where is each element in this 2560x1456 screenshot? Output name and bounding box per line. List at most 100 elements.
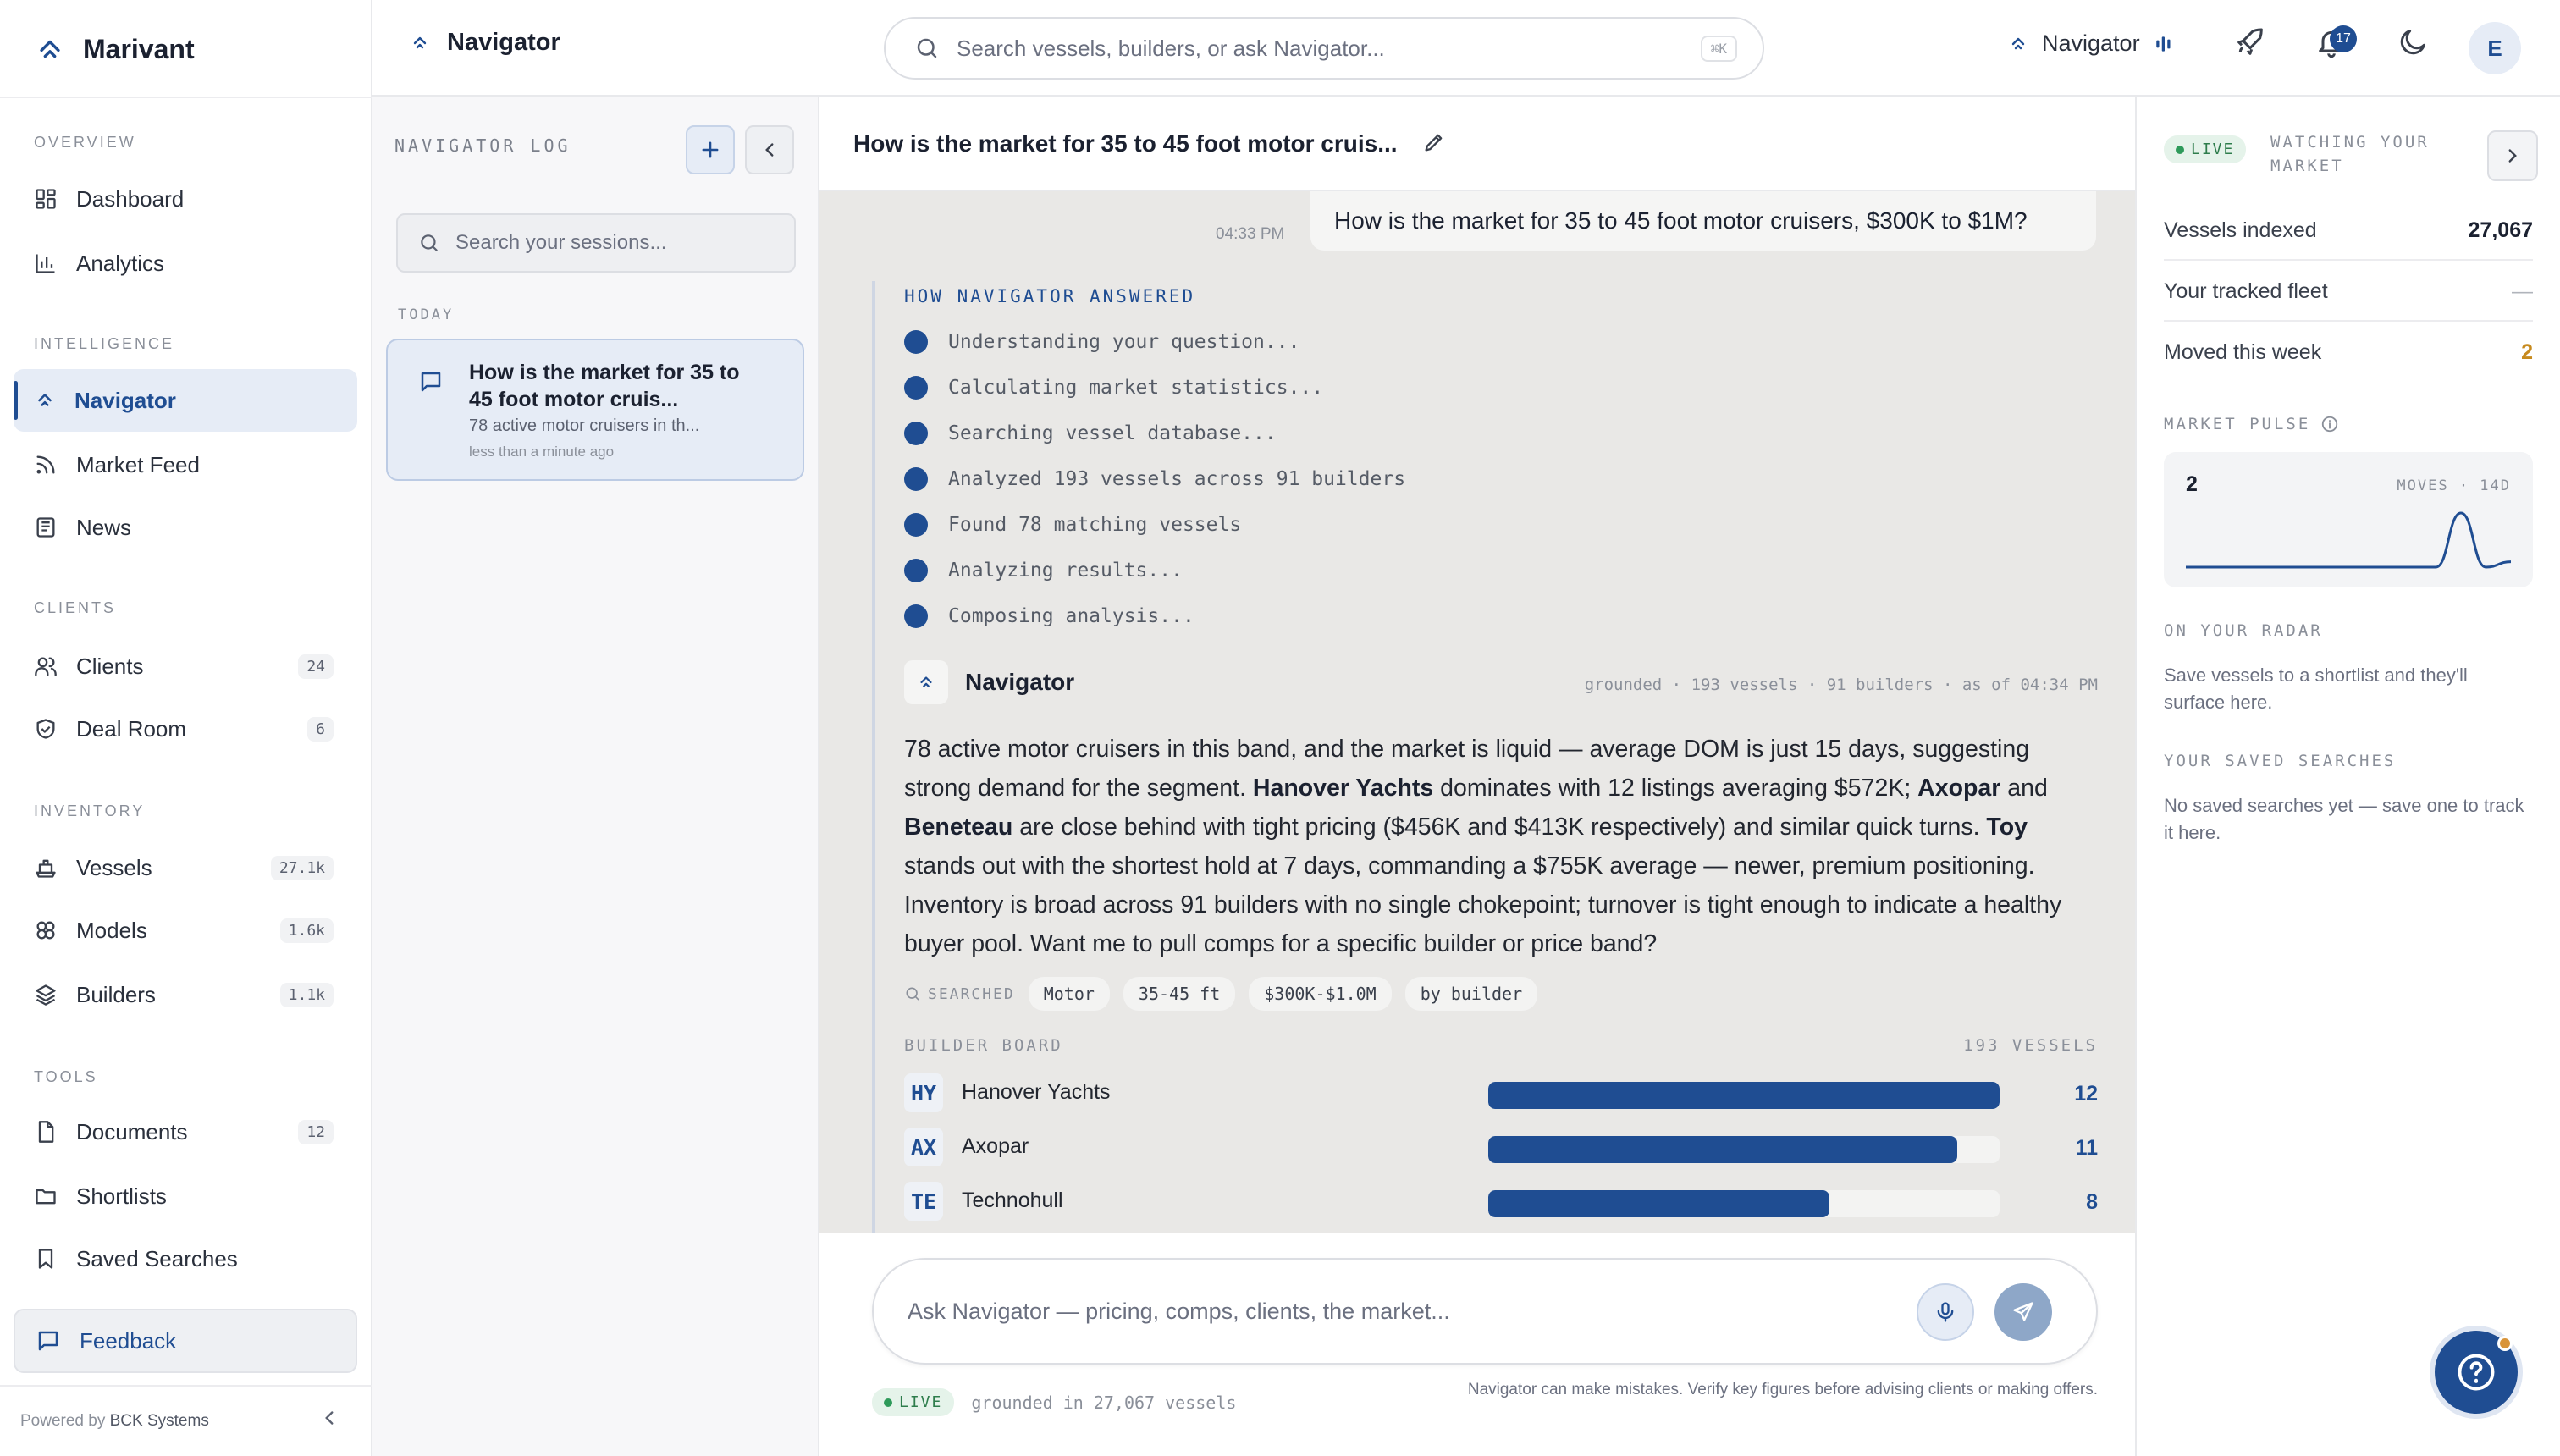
sidebar-item-clients[interactable]: Clients 24 <box>14 635 357 698</box>
market-pulse-card[interactable]: 2 MOVES · 14D <box>2164 452 2533 587</box>
sidebar-item-label: Builders <box>76 981 156 1007</box>
feedback-label: Feedback <box>80 1327 177 1354</box>
step-text: Understanding your question... <box>948 331 1300 353</box>
collapse-sidebar-icon[interactable] <box>318 1407 340 1429</box>
brand-name: Marivant <box>83 33 195 64</box>
reasoning-step: Analyzed 193 vessels across 91 builders <box>904 467 1405 491</box>
navigator-status-button[interactable]: Navigator <box>2008 30 2176 57</box>
builder-bar-track <box>1488 1190 2000 1217</box>
sidebar-item-market-feed[interactable]: Market Feed <box>14 433 357 496</box>
stat-label: Vessels indexed <box>2164 218 2317 242</box>
step-text: Calculating market statistics... <box>948 377 1324 399</box>
filter-chip[interactable]: by builder <box>1404 977 1538 1011</box>
chevron-up-double-icon <box>34 389 56 411</box>
sidebar-item-documents[interactable]: Documents 12 <box>14 1100 357 1163</box>
builder-count: 12 <box>2074 1082 2098 1106</box>
sidebar-item-analytics[interactable]: Analytics <box>14 232 357 295</box>
mic-button[interactable] <box>1917 1283 1974 1341</box>
filter-chip[interactable]: Motor <box>1028 977 1110 1011</box>
brand-logo-icon <box>36 35 64 63</box>
sidebar-item-vessels[interactable]: Vessels 27.1k <box>14 836 357 899</box>
builder-name: Technohull <box>962 1189 1063 1212</box>
step-dot <box>904 330 928 354</box>
chevron-up-double-icon <box>410 33 430 53</box>
powered-brand: BCK Systems <box>109 1412 209 1430</box>
sidebar-item-label: Navigator <box>74 387 176 413</box>
count-badge: 6 <box>307 716 334 742</box>
sidebar-item-news[interactable]: News <box>14 496 357 559</box>
avatar[interactable]: E <box>2469 22 2521 74</box>
stat-moved-this-week: Moved this week 2 <box>2164 322 2533 383</box>
step-text: Analyzing results... <box>948 560 1183 582</box>
reasoning-step: Calculating market statistics... <box>904 376 1323 400</box>
chat-composer[interactable]: Ask Navigator — pricing, comps, clients,… <box>872 1258 2098 1365</box>
rocket-icon[interactable] <box>2233 25 2267 59</box>
live-badge: LIVE <box>2164 135 2247 163</box>
session-search-placeholder: Search your sessions... <box>455 231 667 254</box>
live-text: LIVE <box>899 1393 943 1411</box>
plus-icon <box>698 138 722 162</box>
session-time: less than a minute ago <box>469 444 615 460</box>
help-button[interactable] <box>2430 1326 2523 1419</box>
builder-row[interactable]: TE Technohull 8 <box>904 1180 2098 1224</box>
pencil-icon[interactable] <box>1422 130 1446 154</box>
shortcut-hint: ⌘K <box>1700 35 1737 62</box>
answer-bold: Beneteau <box>904 813 1013 841</box>
filter-chip[interactable]: $300K-$1.0M <box>1249 977 1392 1011</box>
answer-text: dominates with 12 listings averaging $57… <box>1433 775 1918 802</box>
sidebar-item-shortlists[interactable]: Shortlists <box>14 1165 357 1227</box>
builder-row[interactable]: AX Axopar 11 <box>904 1126 2098 1170</box>
feedback-button[interactable]: Feedback <box>14 1309 357 1373</box>
pulse-heading-text: MARKET PULSE <box>2164 415 2311 433</box>
moon-icon[interactable] <box>2396 25 2430 59</box>
sidebar-item-dashboard[interactable]: Dashboard <box>14 168 357 230</box>
powered-prefix: Powered by <box>20 1412 106 1430</box>
count-badge: 27.1k <box>270 855 334 880</box>
answer-text: stands out with the shortest hold at 7 d… <box>904 852 2062 957</box>
top-bar: Navigator Search vessels, builders, or a… <box>372 0 2560 97</box>
navigator-label: Navigator <box>2042 30 2140 56</box>
chevron-right-icon <box>2502 145 2524 167</box>
global-search-input[interactable]: Search vessels, builders, or ask Navigat… <box>884 17 1764 80</box>
pulse-line <box>2186 511 2512 569</box>
sidebar-item-navigator[interactable]: Navigator <box>14 369 357 432</box>
sidebar-item-models[interactable]: Models 1.6k <box>14 899 357 962</box>
grounded-text: grounded in 27,067 vessels <box>971 1392 1237 1413</box>
filter-chip[interactable]: 35-45 ft <box>1123 977 1236 1011</box>
composer-status: LIVE grounded in 27,067 vessels <box>872 1388 1236 1416</box>
chevron-left-icon <box>759 139 781 161</box>
builder-board-total: 193 VESSELS <box>1963 1036 2098 1055</box>
chat-title: How is the market for 35 to 45 foot moto… <box>853 130 1398 157</box>
answer-text: and <box>2000 775 2048 802</box>
sidebar: Marivant OVERVIEW Dashboard Analytics IN… <box>0 0 372 1456</box>
step-dot <box>904 422 928 445</box>
collapse-sessions-button[interactable] <box>745 125 794 174</box>
assistant-answer: 78 active motor cruisers in this band, a… <box>904 730 2098 963</box>
new-session-button[interactable] <box>686 125 735 174</box>
reasoning-step: Understanding your question... <box>904 330 1299 354</box>
builder-bar <box>1488 1136 1957 1163</box>
builder-row[interactable]: HY Hanover Yachts 12 <box>904 1072 2098 1116</box>
search-placeholder: Search vessels, builders, or ask Navigat… <box>957 35 1385 61</box>
search-filters: SEARCHED Motor 35-45 ft $300K-$1.0M by b… <box>904 977 1538 1011</box>
sidebar-item-saved-searches[interactable]: Saved Searches <box>14 1227 357 1290</box>
session-search-input[interactable]: Search your sessions... <box>396 213 796 273</box>
stat-tracked-fleet: Your tracked fleet — <box>2164 261 2533 322</box>
sidebar-item-deal-room[interactable]: Deal Room 6 <box>14 698 357 760</box>
search-icon <box>418 232 440 254</box>
message-thread[interactable]: 04:33 PM How is the market for 35 to 45 … <box>819 191 2135 1233</box>
sidebar-item-builders[interactable]: Builders 1.1k <box>14 963 357 1026</box>
assistant-meta: grounded · 193 vessels · 91 builders · a… <box>1584 676 2098 694</box>
expand-panel-button[interactable] <box>2487 130 2538 181</box>
saved-searches-text: No saved searches yet — save one to trac… <box>2164 795 2524 843</box>
market-panel: LIVE WATCHING YOUR MARKET Vessels indexe… <box>2135 97 2560 1456</box>
session-group-label: TODAY <box>398 306 455 323</box>
sidebar-item-label: News <box>76 514 132 540</box>
info-icon[interactable] <box>2320 415 2339 433</box>
send-button[interactable] <box>1994 1283 2052 1341</box>
count-badge: 12 <box>298 1119 334 1144</box>
session-item[interactable]: How is the market for 35 to 45 foot moto… <box>386 339 804 481</box>
chat-bubble-icon <box>36 1328 61 1354</box>
brand[interactable]: Marivant <box>36 29 195 69</box>
reasoning-step: Composing analysis... <box>904 604 1194 628</box>
